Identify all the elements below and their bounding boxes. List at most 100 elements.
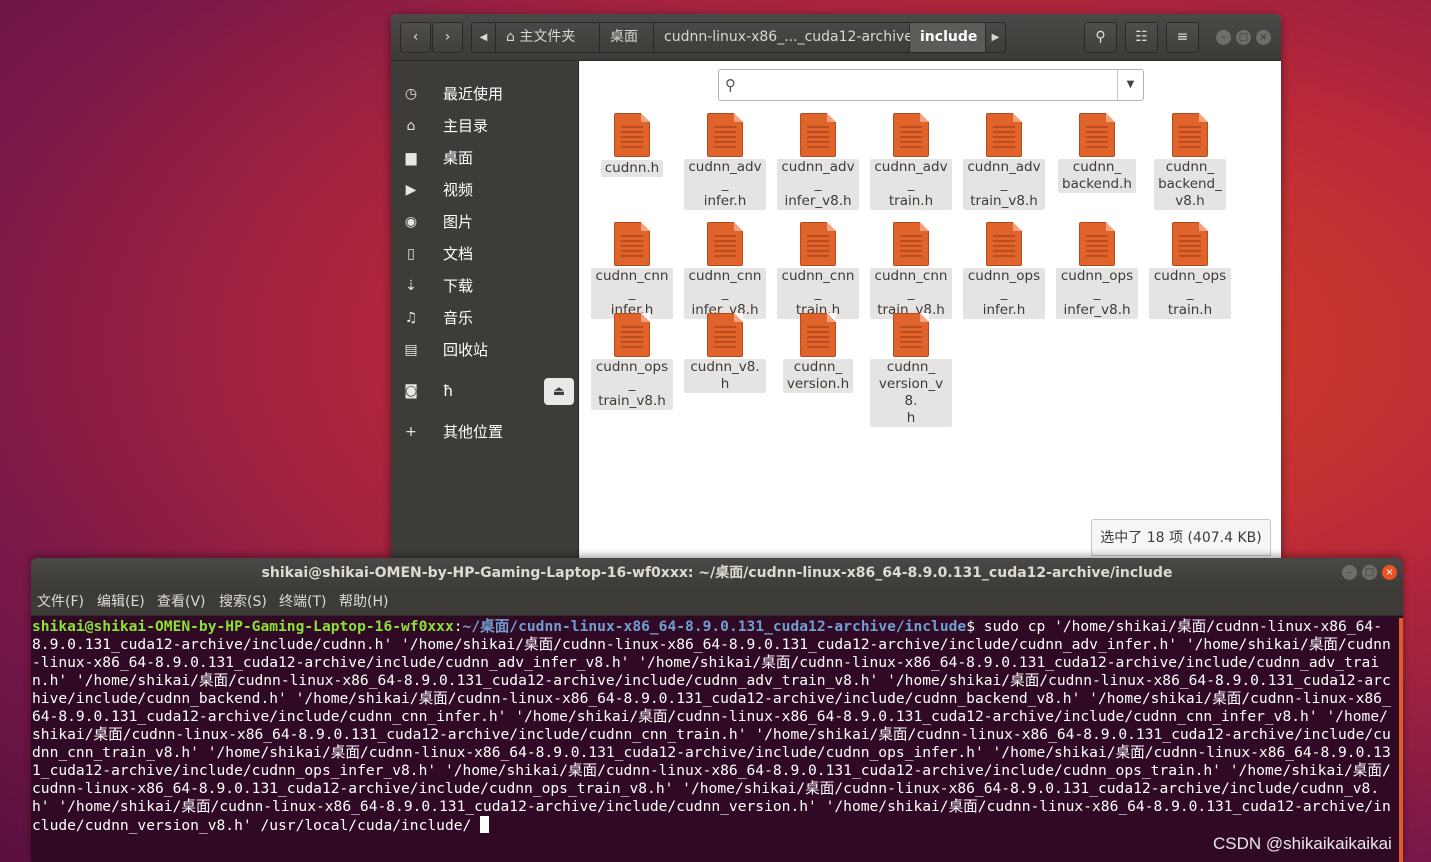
eject-icon[interactable]: ⏏ bbox=[544, 378, 574, 405]
breadcrumb: ◀ ⌂ 主文件夹 桌面 cudnn-linux-x86_..._cuda12-a… bbox=[471, 22, 1006, 53]
file-name-line: cudnn_ops_ bbox=[967, 268, 1041, 301]
breadcrumb-home[interactable]: ⌂ 主文件夹 bbox=[496, 23, 600, 52]
file-name: cudnn_ version_v8. h bbox=[870, 359, 952, 427]
file-view: ⚲ ▼ cudnn.h cudnn_adv_ infer.h cudnn_adv_ in… bbox=[580, 61, 1281, 562]
file-name-line: cudnn_adv_ bbox=[781, 159, 855, 192]
sidebar-item-label: 视频 bbox=[443, 181, 474, 199]
file-item[interactable]: cudnn_adv_ train.h bbox=[870, 113, 952, 210]
file-name: cudnn_adv_ infer_v8.h bbox=[777, 159, 859, 210]
maximize-button[interactable]: □ bbox=[1236, 30, 1251, 45]
file-item[interactable]: cudnn_adv_ infer_v8.h bbox=[777, 113, 859, 210]
file-item[interactable]: cudnn_adv_ infer.h bbox=[684, 113, 766, 210]
file-item[interactable]: cudnn_cnn_ infer.h bbox=[591, 222, 673, 319]
sidebar-item-label: 桌面 bbox=[443, 149, 474, 167]
terminal-scrollbar[interactable] bbox=[1399, 618, 1403, 862]
sidebar-item-4[interactable]: ◉ 图片 bbox=[391, 206, 579, 238]
file-item[interactable]: cudnn_adv_ train_v8.h bbox=[963, 113, 1045, 210]
sidebar-item-0[interactable]: ◷ 最近使用 bbox=[391, 78, 579, 110]
menu-search[interactable]: 搜索(S) bbox=[219, 588, 267, 616]
file-item[interactable]: cudnn_ops_ infer_v8.h bbox=[1056, 222, 1138, 319]
menu-view[interactable]: 查看(V) bbox=[157, 588, 206, 616]
sidebar-item-3[interactable]: ▶ 视频 bbox=[391, 174, 579, 206]
file-name: cudnn_ backend.h bbox=[1058, 159, 1136, 193]
chevron-left-icon: ‹ bbox=[412, 29, 419, 45]
file-name-line: version.h bbox=[786, 376, 850, 392]
file-item[interactable]: cudnn_cnn_ infer_v8.h bbox=[684, 222, 766, 319]
file-item[interactable]: cudnn_v8.h bbox=[684, 313, 766, 393]
file-item[interactable]: cudnn_ops_ train_v8.h bbox=[591, 313, 673, 410]
file-item[interactable]: cudnn_cnn_ train.h bbox=[777, 222, 859, 319]
text-file-icon bbox=[893, 313, 929, 357]
text-file-icon bbox=[1079, 222, 1115, 266]
terminal-menubar: 文件(F) 编辑(E) 查看(V) 搜索(S) 终端(T) 帮助(H) bbox=[31, 588, 1403, 616]
terminal-maximize-button[interactable]: □ bbox=[1362, 565, 1377, 580]
file-name-line: cudnn_adv_ bbox=[688, 159, 762, 192]
file-name: cudnn_v8.h bbox=[684, 359, 766, 393]
sidebar-item-8[interactable]: ▤ 回收站 bbox=[391, 334, 579, 366]
sidebar-item-7[interactable]: ♫ 音乐 bbox=[391, 302, 579, 334]
terminal-output[interactable]: shikai@shikai-OMEN-by-HP-Gaming-Laptop-1… bbox=[31, 618, 1403, 862]
search-button[interactable]: ⚲ bbox=[1084, 22, 1117, 53]
file-item[interactable]: cudnn_ backend.h bbox=[1056, 113, 1138, 193]
file-name: cudnn_adv_ train.h bbox=[870, 159, 952, 210]
file-name-line: train_v8.h bbox=[598, 393, 666, 409]
file-name-line: cudnn_adv_ bbox=[874, 159, 948, 192]
chevron-right-icon: › bbox=[444, 29, 451, 45]
menu-help[interactable]: 帮助(H) bbox=[339, 588, 388, 616]
sidebar-item-label: 回收站 bbox=[443, 341, 489, 359]
file-item[interactable]: cudnn_ version_v8. h bbox=[870, 313, 952, 427]
terminal-minimize-button[interactable]: – bbox=[1342, 565, 1357, 580]
file-name-line: cudnn_ bbox=[886, 359, 936, 375]
music-icon: ♫ bbox=[404, 310, 418, 326]
file-name-line: cudnn_ bbox=[793, 359, 843, 375]
sidebar-item-10[interactable]: + 其他位置 bbox=[391, 416, 579, 448]
sidebar-item-label: 最近使用 bbox=[443, 85, 504, 103]
prompt-symbol: $ bbox=[966, 618, 984, 635]
menu-file[interactable]: 文件(F) bbox=[37, 588, 84, 616]
menu-edit[interactable]: 编辑(E) bbox=[97, 588, 145, 616]
menu-button[interactable]: ≡ bbox=[1166, 22, 1199, 53]
view-toggle-button[interactable]: ☷ bbox=[1125, 22, 1158, 53]
terminal-close-button[interactable]: × bbox=[1382, 565, 1397, 580]
text-file-icon bbox=[800, 313, 836, 357]
document-icon: ▯ bbox=[407, 246, 415, 262]
sidebar-item-6[interactable]: ⇣ 下载 bbox=[391, 270, 579, 302]
folder-icon: ▆ bbox=[405, 150, 417, 166]
sidebar-item-2[interactable]: ▆ 桌面 bbox=[391, 142, 579, 174]
search-options-dropdown[interactable]: ▼ bbox=[1117, 70, 1143, 100]
text-file-icon bbox=[614, 113, 650, 157]
sidebar-item-1[interactable]: ⌂ 主目录 bbox=[391, 110, 579, 142]
menu-terminal[interactable]: 终端(T) bbox=[279, 588, 326, 616]
file-manager-window: ‹ › ◀ ⌂ 主文件夹 桌面 cudnn-linux-x86_..._cuda… bbox=[391, 14, 1281, 562]
file-name: cudnn_ backend_ v8.h bbox=[1154, 159, 1226, 210]
plus-icon: + bbox=[405, 424, 417, 440]
breadcrumb-include[interactable]: include bbox=[910, 23, 986, 52]
list-view-icon: ☷ bbox=[1135, 29, 1148, 45]
close-button[interactable]: × bbox=[1256, 30, 1271, 45]
text-file-icon bbox=[1079, 113, 1115, 157]
breadcrumb-desktop[interactable]: 桌面 bbox=[600, 23, 654, 52]
maximize-icon: □ bbox=[1364, 567, 1375, 578]
text-file-icon bbox=[800, 222, 836, 266]
sidebar-item-5[interactable]: ▯ 文档 bbox=[391, 238, 579, 270]
file-name: cudnn_ops_ infer.h bbox=[963, 268, 1045, 319]
chevron-down-icon: ▼ bbox=[1126, 79, 1135, 90]
forward-button[interactable]: › bbox=[432, 22, 463, 53]
terminal-window: shikai@shikai-OMEN-by-HP-Gaming-Laptop-1… bbox=[31, 558, 1403, 862]
file-name-line: infer_v8.h bbox=[1063, 302, 1131, 318]
sidebar-item-9[interactable]: ◙ ħ ⏏ bbox=[391, 375, 579, 407]
file-item[interactable]: cudnn.h bbox=[591, 113, 673, 177]
file-item[interactable]: cudnn_cnn_ train_v8.h bbox=[870, 222, 952, 319]
breadcrumb-archive[interactable]: cudnn-linux-x86_..._cuda12-archive bbox=[654, 23, 913, 52]
breadcrumb-scroll-left[interactable]: ◀ bbox=[472, 23, 496, 52]
minimize-icon: – bbox=[1221, 32, 1226, 43]
file-item[interactable]: cudnn_ version.h bbox=[777, 313, 859, 393]
file-item[interactable]: cudnn_ops_ train.h bbox=[1149, 222, 1231, 319]
search-bar[interactable]: ⚲ ▼ bbox=[718, 69, 1144, 101]
back-button[interactable]: ‹ bbox=[400, 22, 431, 53]
minimize-button[interactable]: – bbox=[1216, 30, 1231, 45]
file-item[interactable]: cudnn_ backend_ v8.h bbox=[1149, 113, 1231, 210]
breadcrumb-scroll-right[interactable]: ▶ bbox=[986, 23, 1005, 52]
file-name-line: cudnn.h bbox=[604, 160, 660, 176]
file-item[interactable]: cudnn_ops_ infer.h bbox=[963, 222, 1045, 319]
